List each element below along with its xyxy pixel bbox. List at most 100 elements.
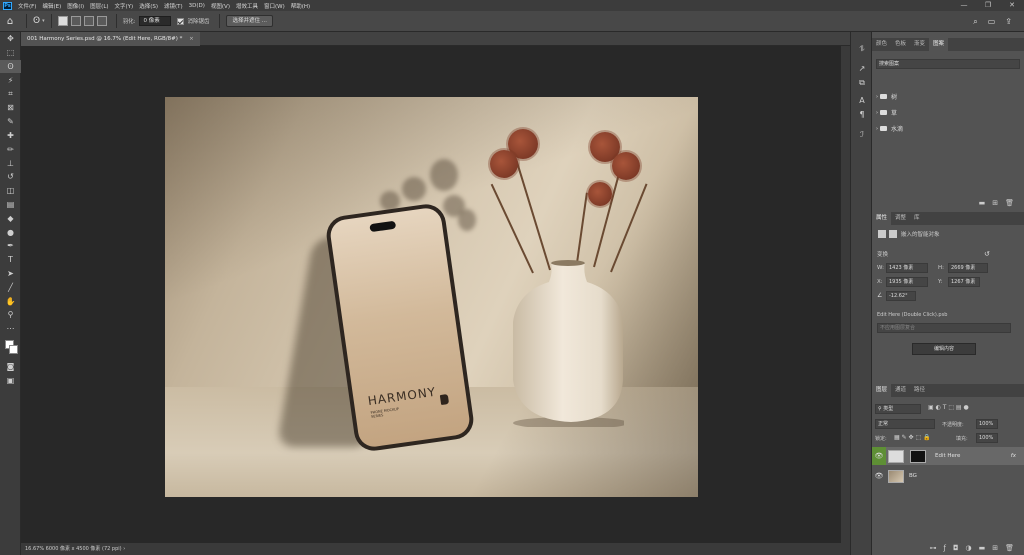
tab-close-icon[interactable]: ×: [189, 36, 194, 42]
frame-tool-icon[interactable]: ⊠: [0, 101, 21, 115]
type-tool-icon[interactable]: T: [0, 253, 21, 267]
select-and-mask-button[interactable]: 选择并遮住 ...: [226, 15, 273, 27]
tab-patterns[interactable]: 图案: [929, 38, 949, 51]
tab-libraries[interactable]: 库: [910, 212, 924, 225]
paragraph-style-icon[interactable]: ⧉: [851, 76, 873, 90]
tab-swatches[interactable]: 色板: [891, 38, 910, 51]
intersect-selection-icon[interactable]: [96, 16, 107, 26]
menu-filter[interactable]: 滤镜(T): [164, 2, 183, 10]
dodge-tool-icon[interactable]: ●: [0, 225, 21, 239]
folder-item[interactable]: › 草: [872, 108, 1024, 118]
x-field[interactable]: 1935 像素: [886, 277, 928, 287]
history-brush-icon[interactable]: ↺: [0, 170, 21, 184]
canvas-scrollbar[interactable]: [841, 46, 850, 543]
visibility-eye-icon[interactable]: 👁: [872, 447, 886, 465]
tab-color[interactable]: 颜色: [872, 38, 891, 51]
zoom-tool-icon[interactable]: ⚲: [0, 308, 21, 322]
add-style-icon[interactable]: ƒ: [943, 542, 945, 554]
menu-view[interactable]: 视图(V): [211, 2, 230, 10]
filter-pixel-icon[interactable]: ▣: [928, 404, 936, 411]
opacity-field[interactable]: 100%: [976, 419, 998, 429]
move-tool-icon[interactable]: ✥: [0, 32, 21, 46]
magic-wand-tool-icon[interactable]: ⚡: [0, 73, 21, 87]
layer-row-edit-here[interactable]: 👁 Edit Here fx: [872, 447, 1024, 465]
layer-mask-thumbnail[interactable]: [910, 449, 926, 463]
tab-layers[interactable]: 图层: [872, 384, 892, 397]
paragraph-panel-icon[interactable]: ¶: [851, 108, 873, 122]
marquee-tool-icon[interactable]: ⬚: [0, 46, 21, 60]
new-pattern-icon[interactable]: ⊞: [992, 197, 998, 209]
background-color-icon[interactable]: [9, 344, 18, 354]
eyedropper-tool-icon[interactable]: ✎: [0, 115, 21, 129]
adjustment-layer-icon[interactable]: ◑: [966, 542, 972, 554]
hand-tool-icon[interactable]: ✋: [0, 294, 21, 308]
path-select-tool-icon[interactable]: ➤: [0, 267, 21, 281]
add-mask-icon[interactable]: ◘: [953, 542, 959, 554]
menu-plugins[interactable]: 增效工具: [236, 2, 258, 10]
workspace-icon[interactable]: ▭: [988, 17, 996, 26]
fill-field[interactable]: 100%: [976, 433, 998, 443]
minimize-button[interactable]: —: [952, 0, 976, 11]
healing-tool-icon[interactable]: ✚: [0, 129, 21, 143]
menu-type[interactable]: 文字(Y): [115, 2, 134, 10]
more-tools-icon[interactable]: ⋯: [0, 322, 21, 336]
height-field[interactable]: 2669 像素: [948, 263, 988, 273]
folder-item[interactable]: › 树: [872, 92, 1024, 102]
history-panel-icon[interactable]: ⥮: [851, 42, 873, 56]
layer-name[interactable]: BG: [909, 473, 917, 479]
menu-image[interactable]: 图像(I): [67, 2, 84, 10]
tab-properties[interactable]: 属性: [872, 212, 892, 225]
layer-name[interactable]: Edit Here: [935, 453, 1011, 459]
adjustments-panel-icon[interactable]: ↗: [851, 62, 873, 76]
layer-fx-badge[interactable]: fx: [1011, 453, 1016, 459]
lasso-tool-icon[interactable]: ʘ: [0, 59, 21, 74]
menu-file[interactable]: 文件(F): [18, 2, 36, 10]
trash-icon[interactable]: 🗑: [1005, 542, 1014, 554]
gradient-tool-icon[interactable]: ▤: [0, 198, 21, 212]
new-group-icon[interactable]: ▬: [979, 542, 986, 554]
layer-kind-filter[interactable]: ⚲ 类型: [875, 404, 921, 414]
eraser-tool-icon[interactable]: ◫: [0, 184, 21, 198]
layer-row-bg[interactable]: 👁 BG: [872, 467, 1024, 485]
antialias-checkbox[interactable]: [177, 17, 185, 25]
subtract-selection-icon[interactable]: [83, 16, 94, 26]
filter-toggle-icon[interactable]: ●: [963, 404, 968, 411]
visibility-eye-icon[interactable]: 👁: [872, 472, 886, 480]
home-icon[interactable]: ⌂: [0, 11, 20, 32]
line-tool-icon[interactable]: ╱: [0, 280, 21, 294]
glyphs-panel-icon[interactable]: ℐ: [851, 128, 873, 142]
folder-item[interactable]: › 水滴: [872, 124, 1024, 134]
screen-mode-icon[interactable]: ▣: [0, 373, 21, 387]
chevron-right-icon[interactable]: ›: [876, 94, 878, 100]
quick-mask-icon[interactable]: ◙: [0, 360, 21, 374]
chevron-down-icon[interactable]: ▾: [42, 18, 45, 24]
angle-field[interactable]: -12.62°: [886, 291, 916, 301]
character-panel-icon[interactable]: A: [851, 94, 873, 108]
menu-layer[interactable]: 图层(L): [90, 2, 108, 10]
tab-adjustments[interactable]: 调整: [891, 212, 910, 225]
blend-mode-select[interactable]: 正常: [875, 419, 935, 429]
chevron-right-icon[interactable]: ›: [876, 110, 878, 116]
tab-channels[interactable]: 通道: [891, 384, 910, 397]
feather-input[interactable]: 0 像素: [139, 16, 172, 26]
color-swatches[interactable]: [0, 336, 21, 360]
tab-paths[interactable]: 路径: [910, 384, 929, 397]
lasso-tool-icon[interactable]: ʘ: [33, 16, 40, 26]
new-selection-icon[interactable]: [57, 16, 68, 26]
menu-help[interactable]: 帮助(H): [291, 2, 310, 10]
lock-icons[interactable]: ▦ ✎ ✥ ⬚ 🔒: [894, 434, 931, 441]
width-field[interactable]: 1423 像素: [886, 263, 928, 273]
close-button[interactable]: ✕: [1000, 0, 1024, 11]
add-selection-icon[interactable]: [70, 16, 81, 26]
document-tab[interactable]: 001 Harmony Series.psd @ 16.7% (Edit Her…: [21, 32, 200, 46]
search-icon[interactable]: ⌕: [973, 17, 977, 27]
menu-select[interactable]: 选择(S): [139, 2, 158, 10]
document-image[interactable]: HARMONY PHONE MOCKUP SERIES: [165, 97, 698, 497]
brush-tool-icon[interactable]: ✏: [0, 142, 21, 156]
link-layers-icon[interactable]: ⊶: [929, 542, 936, 554]
trash-icon[interactable]: 🗑: [1005, 197, 1014, 209]
menu-3d[interactable]: 3D(D): [189, 3, 205, 9]
pen-tool-icon[interactable]: ✒: [0, 239, 21, 253]
edit-contents-button[interactable]: 编辑内容: [912, 343, 976, 355]
filter-adjust-icon[interactable]: ◐: [936, 404, 943, 411]
